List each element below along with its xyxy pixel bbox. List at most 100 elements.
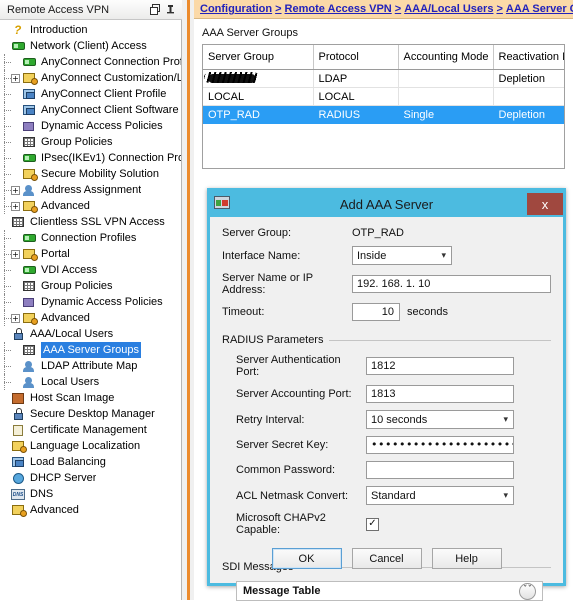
sidebar-item-label: DHCP Server (30, 472, 97, 484)
column-header[interactable]: Protocol (313, 45, 399, 70)
column-header[interactable]: Reactivation Mode (493, 45, 564, 70)
sidebar-item-load-balancing[interactable]: Load Balancing (0, 454, 181, 470)
sidebar-item-dynamic-access-policies[interactable]: Dynamic Access Policies (0, 118, 181, 134)
help-button[interactable]: Help (431, 548, 502, 569)
tree-guide (0, 166, 11, 182)
sidebar-item-language-localization[interactable]: Language Localization (0, 438, 181, 454)
sidebar-item-anyconnect-connection-profiles[interactable]: AnyConnect Connection Profiles (0, 54, 181, 70)
server-secret-key-row: Server Secret Key: •••••••••••••••••••••… (222, 436, 551, 454)
nav-tree[interactable]: ? Introduction Network (Client) Access AnyC… (0, 20, 182, 600)
timeout-input[interactable] (352, 303, 400, 321)
tree-expander-icon[interactable]: + (11, 201, 20, 211)
empty-cell (398, 124, 493, 142)
sidebar-item-secure-mobility-solution[interactable]: Secure Mobility Solution (0, 166, 181, 182)
table-row[interactable]: OTP_RAD RADIUS Single Depletion (203, 105, 564, 124)
chevron-down-icon: ▾ (503, 491, 508, 501)
close-button[interactable]: x (527, 193, 563, 215)
sidebar-item-local-users[interactable]: Local Users (0, 374, 181, 390)
tree-guide (0, 150, 11, 166)
sidebar-item-aaa-server-groups[interactable]: AAA Server Groups (0, 342, 181, 358)
sidebar-item-group-policies[interactable]: Group Policies (0, 134, 181, 150)
acct-port-input[interactable] (366, 385, 514, 403)
server-window-icon (214, 196, 232, 212)
auto-hide-pin-icon[interactable] (163, 2, 178, 17)
sidebar-item-label: Introduction (30, 24, 88, 36)
table-row[interactable]: LDAP Depletion (203, 69, 564, 88)
aaa-server-groups-table[interactable]: Server Group Protocol Accounting Mode React… (202, 44, 565, 169)
expand-chevron-icon[interactable]: ˇˇ (519, 582, 536, 600)
server-secret-key-label: Server Secret Key: (236, 439, 329, 451)
sidebar-item-introduction[interactable]: ? Introduction (0, 22, 181, 38)
sidebar-item-dhcp-server[interactable]: DHCP Server (0, 470, 181, 486)
tree-guide (0, 54, 11, 70)
chapv2-checkbox[interactable]: ✓ (366, 517, 379, 531)
column-header[interactable]: Accounting Mode (398, 45, 494, 70)
tree-expander-icon[interactable]: + (11, 313, 20, 323)
sidebar-item-anyconnect-customization-local[interactable]: + AnyConnect Customization/Local (0, 70, 181, 86)
tree-expander-spacer (0, 442, 9, 451)
tree-expander-icon[interactable]: + (11, 73, 20, 83)
auth-port-input[interactable] (366, 357, 514, 375)
grid-icon (22, 343, 38, 357)
tree-expander-icon[interactable]: + (11, 185, 20, 195)
sidebar-item-group-policies[interactable]: Group Policies (0, 278, 181, 294)
sidebar-item-network-client-access[interactable]: Network (Client) Access (0, 38, 181, 54)
cancel-button[interactable]: Cancel (351, 548, 422, 569)
sidebar-item-host-scan-image[interactable]: Host Scan Image (0, 390, 181, 406)
breadcrumb-link[interactable]: AAA Server Gro (506, 3, 573, 15)
breadcrumb-link[interactable]: Remote Access VPN (285, 3, 392, 15)
sidebar-item-dns[interactable]: DNS DNS (0, 486, 181, 502)
message-table-bar[interactable]: Message Table ˇˇ (236, 581, 543, 601)
sidebar-item-clientless-ssl-vpn-access[interactable]: Clientless SSL VPN Access (0, 214, 181, 230)
table-caption: AAA Server Groups (202, 27, 298, 39)
breadcrumb[interactable]: Configuration > Remote Access VPN > AAA/Loca… (194, 0, 573, 19)
sidebar-item-advanced[interactable]: Advanced (0, 502, 181, 518)
breadcrumb-link[interactable]: Configuration (200, 3, 272, 15)
lock-icon (11, 407, 27, 421)
panel-splitter[interactable] (182, 0, 194, 600)
server-address-row: Server Name or IP Address: (222, 272, 551, 296)
acl-netmask-select[interactable]: Standard ▾ (366, 486, 514, 505)
sidebar-item-label: Address Assignment (41, 184, 142, 196)
server-secret-key-input[interactable]: •••••••••••••••••••••••• (366, 436, 514, 454)
sidebar-item-portal[interactable]: + Portal (0, 246, 181, 262)
empty-cell (313, 158, 398, 168)
tree-expander-spacer (11, 154, 20, 163)
grid-icon (22, 279, 38, 293)
sidebar-item-connection-profiles[interactable]: Connection Profiles (0, 230, 181, 246)
float-window-icon[interactable] (148, 2, 163, 17)
tree-expander-spacer (11, 298, 20, 307)
sidebar-item-address-assignment[interactable]: + Address Assignment (0, 182, 181, 198)
sidebar-item-anyconnect-client-profile[interactable]: AnyConnect Client Profile (0, 86, 181, 102)
column-header[interactable]: Server Group (203, 45, 314, 70)
sidebar-item-ipsec-ikev1-connection-profiles[interactable]: IPsec(IKEv1) Connection Profiles (0, 150, 181, 166)
sidebar-item-certificate-management[interactable]: Certificate Management (0, 422, 181, 438)
sidebar-item-secure-desktop-manager[interactable]: Secure Desktop Manager (0, 406, 181, 422)
splitter-handle[interactable] (187, 0, 190, 600)
ok-button[interactable]: OK (271, 548, 342, 569)
grid-icon (11, 215, 27, 229)
chevron-down-icon: ▾ (441, 251, 446, 261)
yellowgear-icon (11, 503, 27, 517)
sidebar-item-dynamic-access-policies[interactable]: Dynamic Access Policies (0, 294, 181, 310)
sidebar-item-label: AnyConnect Client Profile (41, 88, 167, 100)
sidebar-item-ldap-attribute-map[interactable]: LDAP Attribute Map (0, 358, 181, 374)
sidebar-item-anyconnect-client-software[interactable]: AnyConnect Client Software (0, 102, 181, 118)
tree-guide (0, 118, 11, 134)
retry-interval-select[interactable]: 10 seconds ▾ (366, 410, 514, 429)
server-address-input[interactable] (352, 275, 551, 293)
acl-netmask-selected: Standard (371, 489, 416, 502)
tree-expander-spacer (0, 218, 9, 227)
sidebar-item-vdi-access[interactable]: VDI Access (0, 262, 181, 278)
breadcrumb-link[interactable]: AAA/Local Users (404, 3, 493, 15)
table-row[interactable]: LOCAL LOCAL (203, 87, 564, 106)
sidebar-item-advanced[interactable]: + Advanced (0, 198, 181, 214)
dialog-titlebar[interactable]: Add AAA Server x (210, 191, 563, 217)
sidebar-item-advanced[interactable]: + Advanced (0, 310, 181, 326)
interface-name-select[interactable]: Inside ▾ (352, 246, 452, 265)
common-password-input[interactable] (366, 461, 514, 479)
person-icon (22, 359, 38, 373)
sidebar-item-aaa-local-users[interactable]: AAA/Local Users (0, 326, 181, 342)
person-icon (22, 375, 38, 389)
tree-expander-icon[interactable]: + (11, 249, 20, 259)
